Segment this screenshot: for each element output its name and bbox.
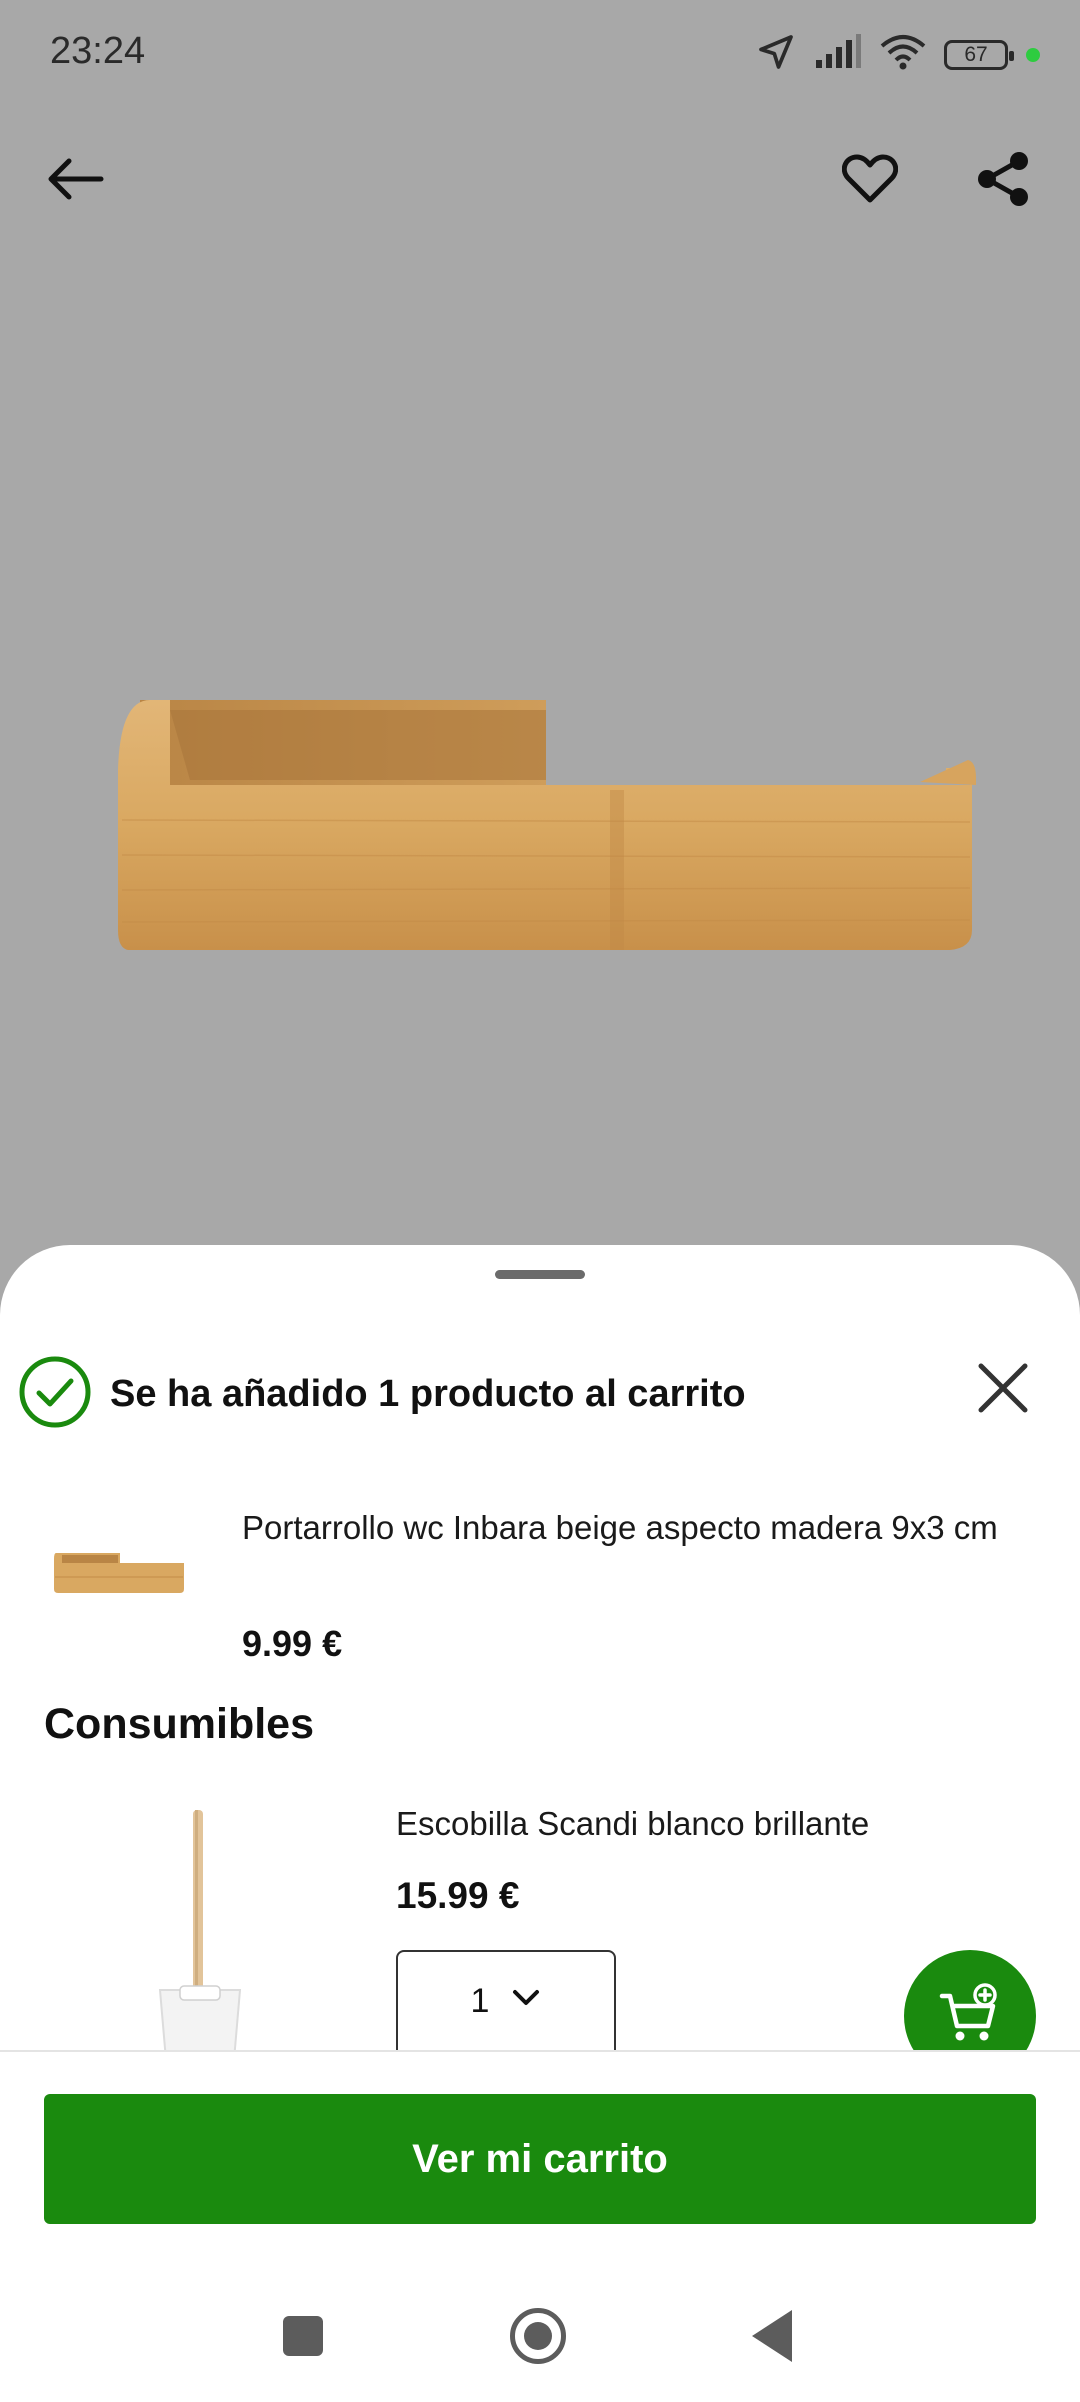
close-button[interactable] [968, 1355, 1038, 1425]
recommended-product-price: 15.99 € [396, 1875, 520, 1916]
chevron-down-icon [511, 1982, 541, 2017]
home-icon-dot [524, 2322, 552, 2350]
favorite-button[interactable] [825, 136, 915, 226]
section-title: Consumibles [44, 1700, 314, 1748]
location-arrow-icon [756, 32, 796, 77]
share-button[interactable] [958, 136, 1048, 226]
product-image [110, 690, 980, 960]
active-dot-icon [1026, 47, 1040, 62]
success-message: Se ha añadido 1 producto al carrito [110, 1373, 746, 1415]
status-time: 23:24 [50, 30, 146, 72]
close-icon [977, 1362, 1029, 1419]
back-arrow-icon [45, 157, 105, 206]
system-navigation-bar [0, 2272, 1080, 2402]
signal-bars-icon [814, 34, 862, 75]
quantity-value: 1 [470, 1982, 490, 2020]
heart-icon [841, 154, 899, 209]
share-icon [973, 149, 1033, 214]
recents-icon[interactable] [283, 2316, 323, 2356]
drag-handle[interactable] [495, 1270, 585, 1279]
wifi-icon [880, 34, 926, 75]
back-button[interactable] [30, 136, 120, 226]
view-cart-button[interactable]: Ver mi carrito [44, 2094, 1036, 2224]
success-banner: Se ha añadido 1 producto al carrito [18, 1355, 746, 1434]
status-icons: 67 [756, 32, 1040, 77]
check-circle-icon [18, 1355, 92, 1434]
added-product-thumbnail [50, 1545, 190, 1595]
status-bar: 23:24 67 [0, 0, 1080, 110]
recommended-product-name[interactable]: Escobilla Scandi blanco brillante [396, 1805, 869, 1843]
added-product-price: 9.99 € [242, 1623, 343, 1664]
battery-icon: 67 [944, 39, 1014, 70]
bottom-action-bar: Ver mi carrito [0, 2050, 1080, 2402]
nav-back-icon[interactable] [752, 2310, 792, 2362]
added-product-name: Portarrollo wc Inbara beige aspecto made… [242, 1509, 998, 1546]
battery-level: 67 [964, 42, 988, 66]
recommended-product-thumbnail[interactable] [150, 1810, 250, 2061]
home-icon[interactable] [510, 2308, 566, 2364]
cart-add-icon [938, 1982, 1002, 2051]
